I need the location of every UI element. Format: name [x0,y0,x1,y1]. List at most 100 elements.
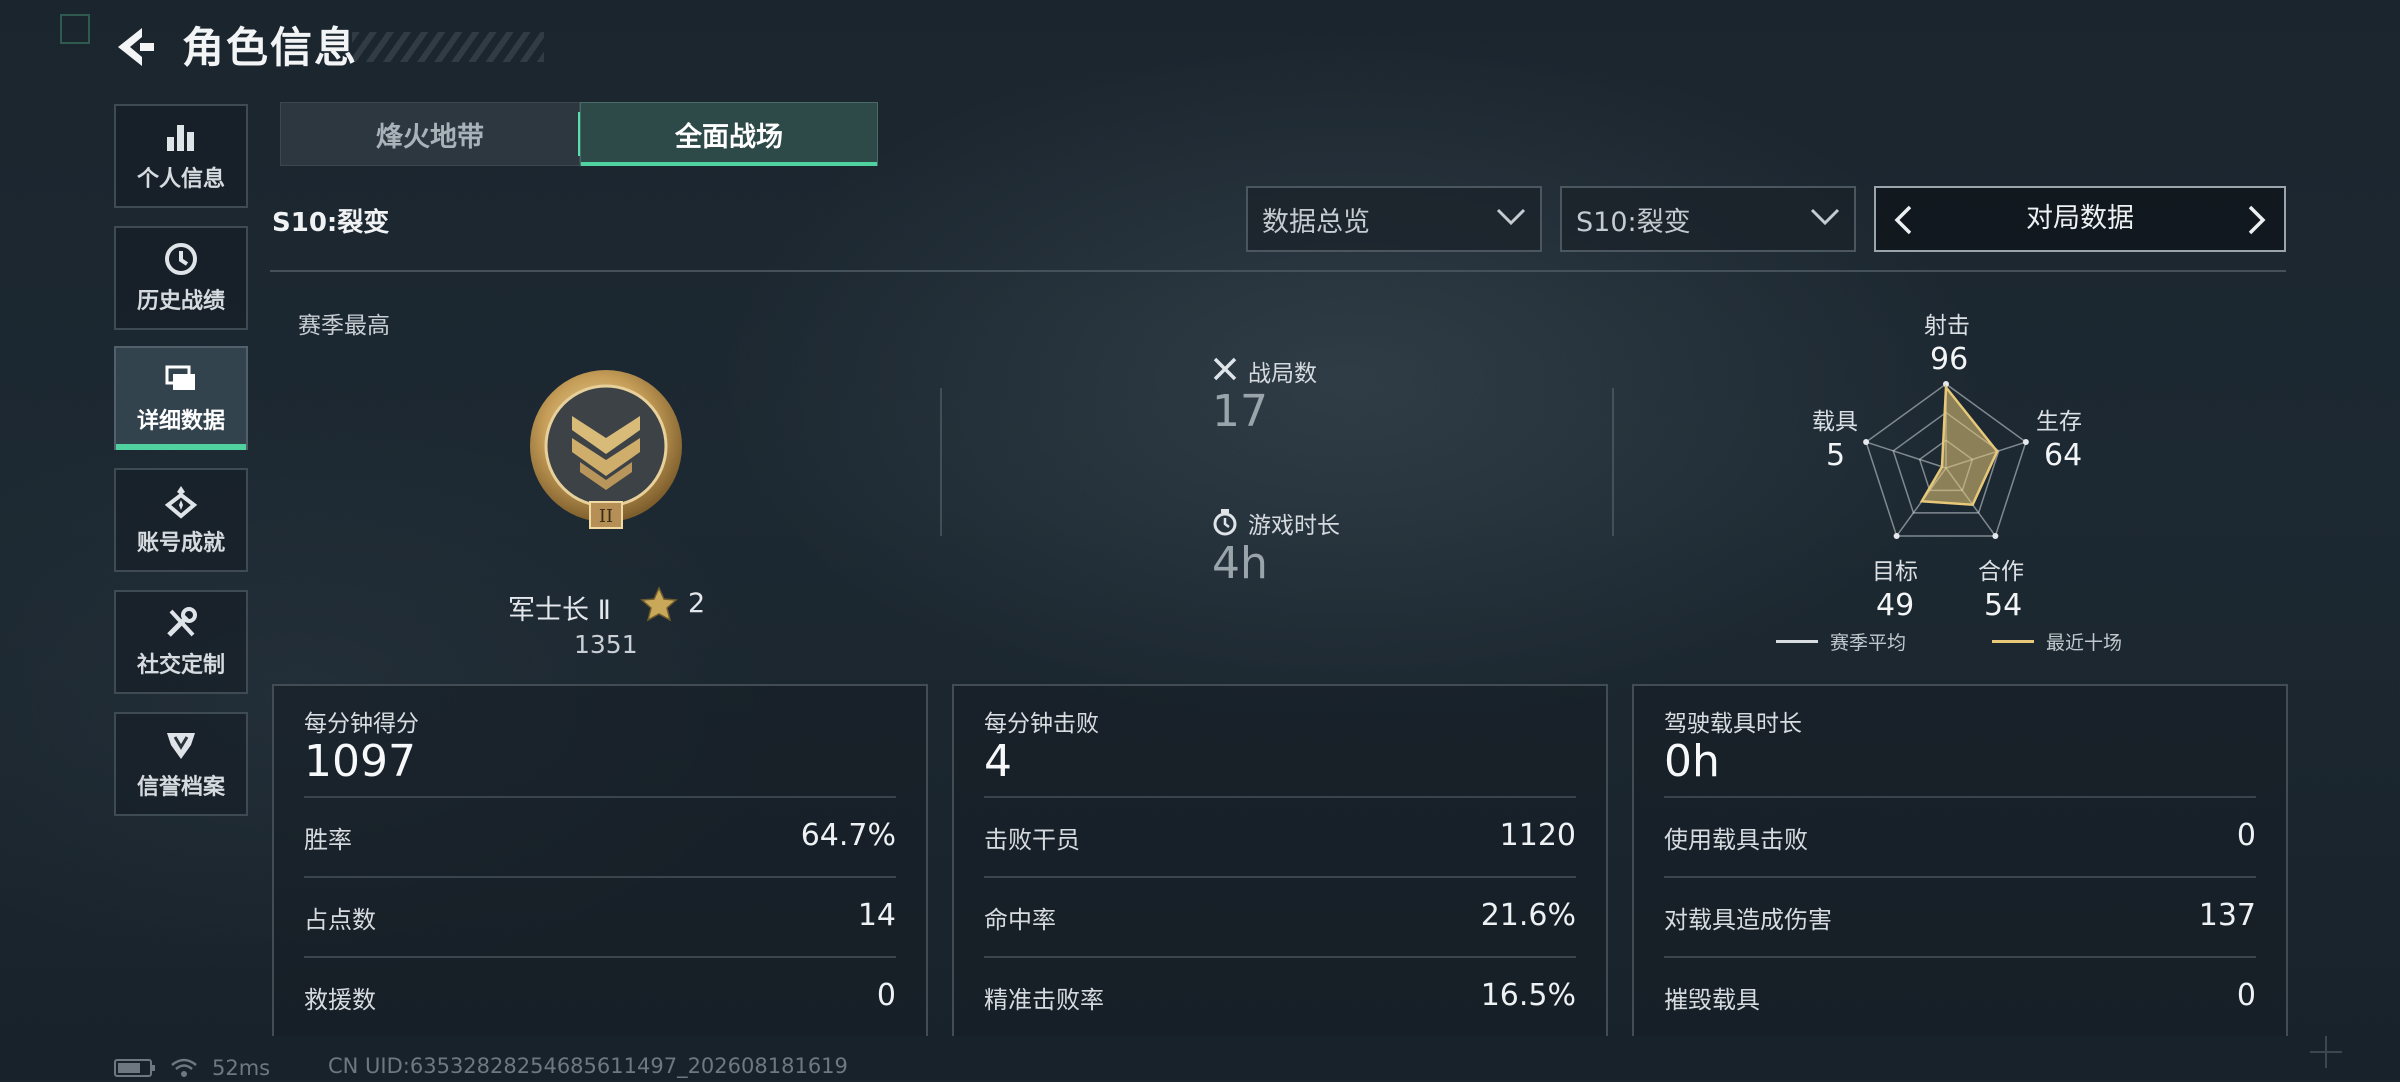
sidebar-item-social[interactable]: 社交定制 [114,590,248,694]
playtime-label: 游戏时长 [1248,513,1340,539]
stat-value: 0 [2236,818,2256,853]
wifi-icon [171,1058,197,1077]
crosshair-icon [2310,1036,2342,1068]
stat-key: 使用载具击败 [1664,826,1808,854]
radar-vertex-dot [1893,532,1900,539]
season-dropdown[interactable]: S10:裂变 [1560,186,1856,252]
sidebar-item-credit[interactable]: 信誉档案 [114,712,248,816]
radar-axis-label-vehicle: 载具 [1812,409,1858,435]
radar-axis-label-survival: 生存 [2036,409,2082,435]
panel-head-value: 0h [1664,736,1720,787]
chevron-right-icon[interactable] [2242,204,2270,236]
column-divider [940,388,942,536]
radar-axis-label-shooting: 射击 [1924,313,1970,339]
panel-score: 每分钟得分 1097 胜率 64.7% 占点数 14 救援数 0 [272,684,928,1036]
medal-icon [164,486,198,519]
stat-row: 击败干员 1120 [984,796,1576,878]
chevron-down-icon [1810,208,1840,226]
stat-key: 精准击败率 [984,986,1104,1014]
stat-row: 胜率 64.7% [304,796,896,878]
section-divider [270,270,2286,272]
legend-recent-ten: 最近十场 [1992,628,2122,655]
stat-row: 救援数 0 [304,956,896,1038]
stat-value: 21.6% [1480,898,1576,933]
uid-text: CN UID:63532828254685611497_202608181619 [328,1054,848,1078]
radar-axis-label-teamwork: 合作 [1978,559,2024,585]
radar-axis-value-survival: 64 [2044,438,2083,473]
shield-badge-icon [167,733,195,759]
panel-head-label: 每分钟击败 [984,711,1099,737]
tab-divider [578,112,580,156]
radar-vertex-dot [1992,532,1999,539]
sidebar-item-personal-info[interactable]: 个人信息 [114,104,248,208]
page-title: 角色信息 [182,23,359,72]
stat-value: 16.5% [1480,978,1576,1013]
stat-value: 0 [2236,978,2256,1013]
radar-spoke [1865,441,1947,469]
legend-label: 最近十场 [2046,632,2123,654]
column-divider [1612,388,1614,536]
legend-label: 赛季平均 [1830,632,1907,654]
stat-value: 1120 [1499,818,1576,853]
panel-head-label: 每分钟得分 [304,711,419,737]
stat-key: 击败干员 [984,826,1080,854]
sidebar-item-label: 详细数据 [136,409,225,434]
season-label: S10:裂变 [272,208,390,238]
rank-stars: 2 [688,588,706,619]
rank-emblem-icon: II [530,370,682,529]
corner-frame [60,14,90,44]
status-bar: 52ms [114,1054,270,1082]
panel-head-value: 1097 [304,736,416,787]
stat-key: 命中率 [984,906,1056,934]
stat-value: 0 [876,978,896,1013]
chevron-down-icon [1496,208,1526,226]
stat-row: 命中率 21.6% [984,876,1576,958]
sidebar-item-achievements[interactable]: 账号成就 [114,468,248,572]
panel-kills: 每分钟击败 4 击败干员 1120 命中率 21.6% 精准击败率 16.5% [952,684,1608,1036]
stat-key: 救援数 [304,986,376,1014]
rank-name: 军士长 Ⅱ [508,595,611,626]
data-type-dropdown[interactable]: 数据总览 [1246,186,1542,252]
radar-vertex-dot [1863,439,1870,446]
sidebar-item-label: 历史战绩 [136,289,225,314]
tab-fenghuo[interactable]: 烽火地带 [280,102,580,166]
switcher-label: 对局数据 [2026,203,2134,234]
sidebar-item-label: 个人信息 [136,167,225,192]
radar-recent-polygon [1919,384,1999,507]
history-clock-icon [165,243,197,275]
sidebar-item-label: 社交定制 [136,653,225,678]
radar-axis-value-vehicle: 5 [1826,438,1846,473]
radar-axis-value-objective: 49 [1876,588,1915,623]
panel-head-label: 驾驶载具时长 [1664,711,1802,737]
stat-row: 使用载具击败 0 [1664,796,2256,878]
playtime-value: 4h [1212,538,1268,589]
panel-head-value: 4 [984,736,1012,787]
stat-row: 占点数 14 [304,876,896,958]
svg-text:II: II [599,506,613,527]
radar-chart [1863,381,2029,539]
legend-season-average: 赛季平均 [1776,628,1906,655]
stat-key: 摧毁载具 [1664,986,1760,1014]
tab-all-out-warfare[interactable]: 全面战场 [580,102,878,166]
chevron-left-icon[interactable] [1890,204,1918,236]
rank-score: 1351 [574,630,638,659]
bar-chart-icon [167,125,194,151]
radar-vertex-dot [2022,439,2029,446]
sidebar-item-history[interactable]: 历史战绩 [114,226,248,330]
radar-axis-value-shooting: 96 [1930,342,1969,377]
radar-axis-label-objective: 目标 [1872,559,1918,585]
legend-swatch [1776,640,1818,643]
folders-icon [165,365,195,390]
match-data-switcher: 对局数据 [1874,186,2286,252]
back-arrow-icon[interactable] [112,24,156,70]
sidebar-item-detailed-data[interactable]: 详细数据 [114,346,248,450]
dropdown-value: 数据总览 [1262,206,1370,238]
matches-value: 17 [1212,386,1268,437]
stat-value: 14 [857,898,896,933]
matches-label: 战局数 [1248,361,1317,387]
stat-row: 对载具造成伤害 137 [1664,876,2256,958]
stat-value: 64.7% [800,818,896,853]
stat-key: 对载具造成伤害 [1664,906,1832,934]
sidebar-item-label: 账号成就 [136,531,225,556]
tools-icon [167,607,197,637]
